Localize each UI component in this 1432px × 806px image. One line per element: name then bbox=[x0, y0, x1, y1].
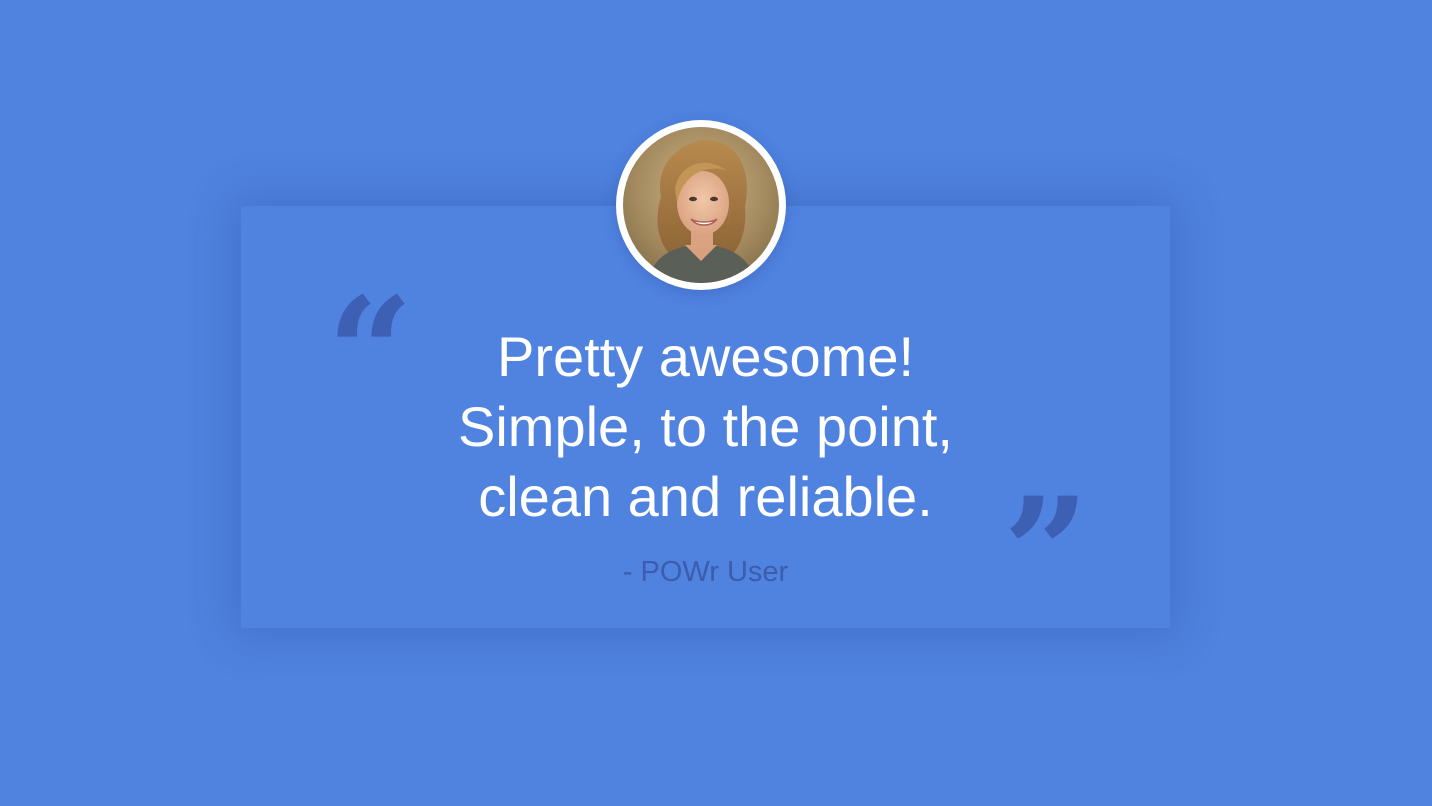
testimonial-author: - POWr User bbox=[622, 556, 789, 588]
testimonial-slide: “ ” Pretty awesome! Simple, to the point… bbox=[0, 0, 1432, 806]
avatar bbox=[616, 120, 786, 290]
quote-line: Pretty awesome! bbox=[496, 325, 915, 388]
quote-line: Simple, to the point, bbox=[458, 395, 953, 458]
user-photo-icon bbox=[623, 127, 779, 283]
testimonial-quote: Pretty awesome! Simple, to the point, cl… bbox=[241, 322, 1170, 532]
quote-line: clean and reliable. bbox=[478, 465, 933, 528]
